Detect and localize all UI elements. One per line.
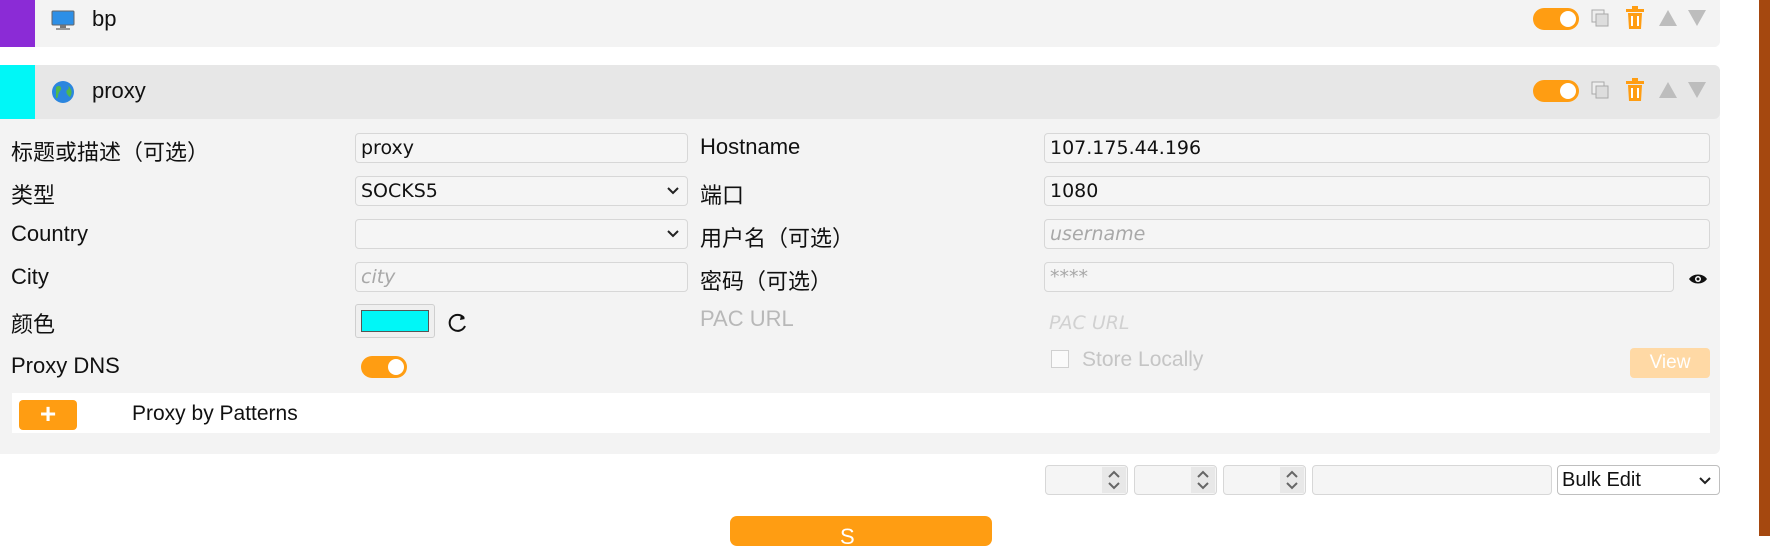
stepper-arrows-icon: [1108, 470, 1120, 490]
stepper-buttons[interactable]: [1280, 467, 1304, 493]
row-color-strip: [0, 65, 35, 119]
country-label: Country: [11, 221, 89, 246]
title-label: 标题或描述（可选）: [11, 140, 210, 165]
duplicate-icon[interactable]: [1590, 80, 1610, 100]
stepper-arrows-icon: [1197, 470, 1209, 490]
color-picker[interactable]: [355, 304, 435, 338]
proxy-dns-label: Proxy DNS: [11, 353, 120, 378]
hostname-input[interactable]: 107.175.44.196: [1044, 133, 1710, 163]
stepper-arrows-icon: [1286, 470, 1298, 490]
pattern-bar: + Proxy by Patterns: [12, 393, 1710, 433]
refresh-icon[interactable]: [447, 312, 469, 334]
bulk-edit-input[interactable]: [1312, 465, 1552, 495]
move-down-icon[interactable]: [1687, 9, 1707, 27]
window-edge: [1759, 0, 1770, 536]
stepper-buttons[interactable]: [1102, 467, 1126, 493]
row-title: bp: [92, 6, 117, 31]
row-color-strip: [0, 0, 35, 47]
color-label: 颜色: [11, 312, 56, 337]
move-up-icon[interactable]: [1658, 9, 1678, 27]
type-select[interactable]: SOCKS5: [355, 176, 688, 206]
number-stepper[interactable]: [1045, 465, 1128, 495]
password-label: 密码（可选）: [700, 269, 833, 294]
title-input[interactable]: proxy: [355, 133, 688, 163]
type-label: 类型: [11, 183, 56, 208]
globe-icon: [52, 81, 74, 103]
number-stepper[interactable]: [1223, 465, 1306, 495]
type-value: SOCKS5: [361, 180, 438, 202]
save-button[interactable]: S: [730, 516, 992, 549]
bulk-edit-select[interactable]: Bulk Edit: [1557, 465, 1720, 495]
row-title: proxy: [92, 78, 146, 103]
port-label: 端口: [700, 183, 745, 208]
port-input[interactable]: 1080: [1044, 176, 1710, 206]
add-pattern-button[interactable]: +: [19, 400, 77, 430]
enable-toggle[interactable]: [1533, 80, 1579, 102]
move-up-icon[interactable]: [1658, 81, 1678, 99]
proxy-dns-toggle[interactable]: [361, 356, 407, 378]
save-label: S: [840, 524, 855, 549]
eye-icon[interactable]: [1688, 272, 1708, 286]
store-locally-label: Store Locally: [1082, 348, 1204, 371]
username-label: 用户名（可选）: [700, 226, 855, 251]
city-input[interactable]: city: [355, 262, 688, 292]
username-input[interactable]: username: [1044, 219, 1710, 249]
delete-icon[interactable]: [1624, 6, 1646, 30]
delete-icon[interactable]: [1624, 78, 1646, 102]
number-stepper[interactable]: [1134, 465, 1217, 495]
city-label: City: [11, 264, 49, 289]
enable-toggle[interactable]: [1533, 8, 1579, 30]
proxy-row-bp: bp: [0, 0, 1720, 47]
pac-url-input[interactable]: PAC URL: [1049, 312, 1130, 334]
view-button[interactable]: View: [1630, 348, 1710, 378]
pattern-label: Proxy by Patterns: [132, 402, 298, 425]
country-select[interactable]: [355, 219, 688, 249]
bulk-edit-value: Bulk Edit: [1562, 469, 1641, 491]
color-swatch: [361, 310, 429, 332]
pac-url-label: PAC URL: [700, 306, 794, 331]
proxy-row-header[interactable]: proxy: [0, 65, 1720, 119]
move-down-icon[interactable]: [1687, 81, 1707, 99]
chevron-down-icon: [667, 230, 679, 238]
hostname-label: Hostname: [700, 134, 801, 159]
desktop-icon: [51, 10, 75, 30]
store-locally-checkbox[interactable]: [1051, 350, 1069, 368]
chevron-down-icon: [1699, 477, 1711, 485]
stepper-buttons[interactable]: [1191, 467, 1215, 493]
duplicate-icon[interactable]: [1590, 8, 1610, 28]
password-input[interactable]: ****: [1044, 262, 1674, 292]
proxy-row-header[interactable]: bp: [0, 0, 1720, 47]
chevron-down-icon: [667, 187, 679, 195]
